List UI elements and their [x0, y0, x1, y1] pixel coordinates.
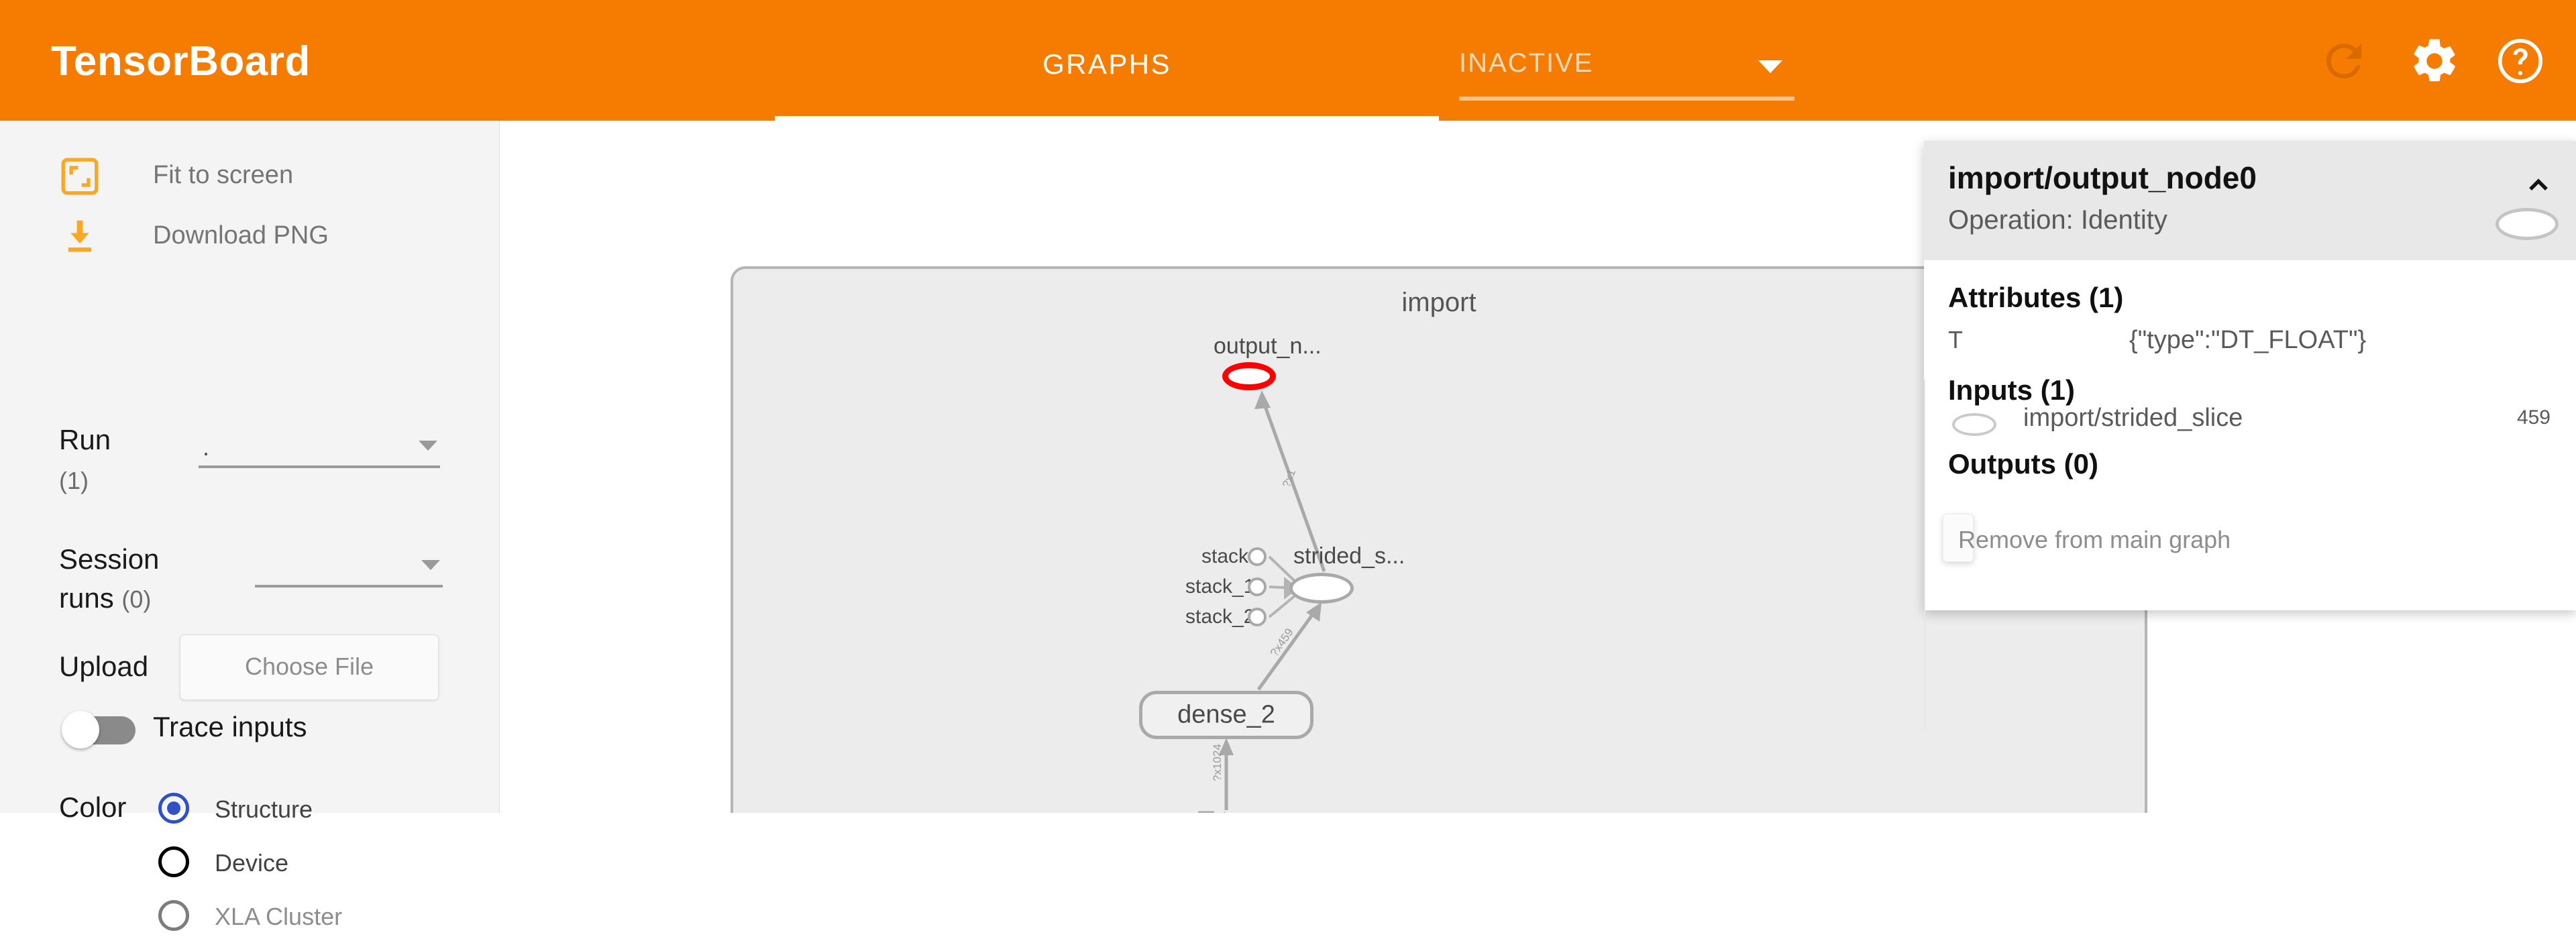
session-runs-count: (0)	[121, 586, 152, 613]
outputs-heading: Outputs (0)	[1948, 448, 2098, 480]
graph-node-strided-slice-label: strided_s...	[1293, 543, 1405, 569]
panel-divider	[1924, 380, 1925, 730]
color-option-device-label: Device	[215, 849, 289, 877]
app-header: TensorBoard GRAPHS INACTIVE	[0, 0, 2576, 121]
graph-input-stub-stack-1[interactable]	[1248, 577, 1267, 596]
color-label: Color	[59, 791, 127, 823]
chevron-down-icon	[421, 560, 440, 570]
attribute-key: T	[1948, 326, 1963, 353]
node-info-title: import/output_node0	[1948, 160, 2257, 195]
node-info-header: import/output_node0 Operation: Identity	[1924, 141, 2576, 260]
node-info-body: Attributes (1) T {"type":"DT_FLOAT"} Inp…	[1924, 260, 2576, 730]
attribute-value: {"type":"DT_FLOAT"}	[2129, 326, 2367, 354]
session-runs-select-underline	[255, 585, 443, 588]
ellipse-node-icon	[2496, 208, 2559, 240]
run-select-underline	[199, 465, 440, 468]
refresh-icon[interactable]	[2318, 35, 2370, 87]
chevron-up-icon[interactable]	[2521, 168, 2556, 203]
run-select[interactable]: .	[199, 424, 440, 468]
graph-input-stub-stack-label: stack	[1201, 545, 1249, 567]
graph-input-stub-stack[interactable]	[1248, 547, 1267, 566]
settings-gear-icon[interactable]	[2408, 35, 2461, 87]
fit-to-screen-button[interactable]: Fit to screen	[0, 146, 500, 209]
graph-input-stub-stack-2-label: stack_2	[1185, 606, 1255, 628]
graph-node-strided-slice[interactable]	[1289, 573, 1354, 604]
help-icon[interactable]	[2494, 35, 2546, 87]
graph-node-dense-2[interactable]: dense_2	[1139, 691, 1313, 739]
download-icon	[59, 216, 101, 258]
ellipse-node-icon	[1952, 413, 1996, 436]
chevron-down-icon	[419, 441, 437, 451]
session-runs-label-word: runs	[59, 582, 114, 614]
trace-inputs-toggle[interactable]	[62, 711, 137, 748]
remove-from-main-graph-tooltip: Remove from main graph	[1943, 514, 2231, 562]
left-sidebar: Fit to screen Download PNG Run (1) . Ses…	[0, 121, 500, 931]
inactive-dropdown-label: INACTIVE	[1459, 48, 1594, 78]
fit-to-screen-icon	[59, 156, 101, 197]
app-brand-title: TensorBoard	[51, 38, 311, 85]
chevron-down-icon	[1758, 60, 1782, 73]
run-label: Run	[59, 424, 111, 455]
inputs-heading: Inputs (1)	[1948, 374, 2075, 406]
graph-input-stub-stack-1-label: stack_1	[1185, 575, 1255, 598]
color-option-xla-cluster-label: XLA Cluster	[215, 903, 343, 930]
tab-graphs[interactable]: GRAPHS	[775, 0, 1439, 121]
node-info-operation: Operation: Identity	[1948, 205, 2167, 235]
run-select-value: .	[203, 433, 210, 461]
tab-active-indicator	[775, 116, 1439, 121]
inactive-dashboards-dropdown[interactable]: INACTIVE	[1459, 40, 1794, 101]
fit-to-screen-label: Fit to screen	[153, 161, 294, 189]
remove-from-main-graph-label: Remove from main graph	[1958, 526, 2231, 553]
tab-graphs-label: GRAPHS	[1042, 48, 1171, 80]
input-node-name[interactable]: import/strided_slice	[2023, 404, 2243, 433]
graph-input-stub-stack-2[interactable]	[1248, 608, 1267, 626]
run-count: (1)	[59, 467, 89, 494]
session-runs-select[interactable]	[255, 543, 443, 588]
node-info-panel: import/output_node0 Operation: Identity …	[1924, 141, 2576, 730]
attributes-heading: Attributes (1)	[1948, 282, 2124, 313]
session-runs-label-2: runs (0)	[59, 582, 151, 614]
graph-node-dense-2-label: dense_2	[1177, 700, 1275, 729]
graph-node-output-node0-label: output_n...	[1214, 333, 1322, 359]
download-png-label: Download PNG	[153, 221, 329, 249]
radio-button-icon	[158, 846, 189, 877]
inactive-dropdown-underline	[1459, 97, 1794, 101]
graph-node-output-node0[interactable]	[1222, 362, 1276, 390]
download-png-button[interactable]: Download PNG	[0, 207, 500, 270]
session-runs-label: Session	[59, 543, 160, 575]
choose-file-button[interactable]: Choose File	[180, 634, 439, 700]
radio-button-icon	[158, 900, 189, 931]
upload-label: Upload	[59, 651, 149, 682]
input-tensor-size: 459	[2516, 406, 2551, 429]
color-option-structure-label: Structure	[215, 795, 313, 823]
trace-inputs-label: Trace inputs	[153, 711, 307, 742]
choose-file-label: Choose File	[244, 653, 374, 680]
toggle-knob	[62, 711, 99, 748]
radio-button-icon	[158, 793, 189, 824]
